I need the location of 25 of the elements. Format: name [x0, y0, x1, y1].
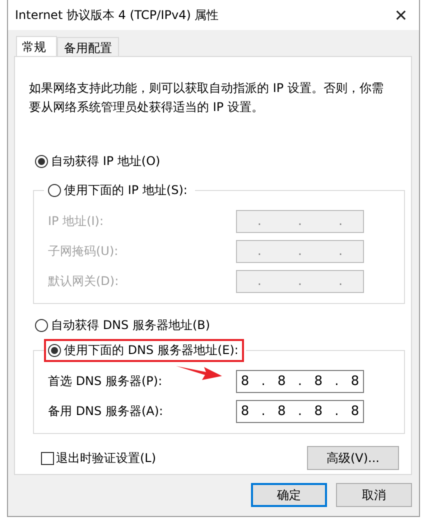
ip-address-field[interactable]: 8 . 8 . 8 . 8: [236, 400, 364, 423]
close-button[interactable]: ✕: [391, 6, 411, 24]
field-label: 默认网关(D):: [48, 273, 119, 290]
field-label: IP 地址(I):: [48, 213, 104, 230]
ip-address-field[interactable]: 8 . 8 . 8 . 8: [236, 370, 364, 393]
radio-label[interactable]: 自动获得 IP 地址(O): [51, 153, 160, 170]
radio-label[interactable]: 使用下面的 IP 地址(S):: [64, 182, 188, 199]
checkbox[interactable]: [41, 452, 54, 464]
radio-button[interactable]: [48, 184, 61, 197]
field-label: 子网掩码(U):: [48, 243, 118, 260]
window-title: Internet 协议版本 4 (TCP/IPv4) 属性: [15, 6, 219, 24]
field-label: 首选 DNS 服务器(P):: [48, 373, 162, 390]
tab[interactable]: 常规: [16, 36, 57, 57]
checkbox-label[interactable]: 退出时验证设置(L): [56, 450, 156, 466]
radio-button[interactable]: [35, 319, 48, 332]
description-text: 如果网络支持此功能，则可以获取自动指派的 IP 设置。否则，你需要从网络系统管理员处获得适当的 IP 设置。: [29, 80, 384, 116]
advanced-button[interactable]: 高级(V)...: [307, 446, 399, 470]
tab[interactable]: 备用配置: [57, 37, 119, 56]
cancel-button[interactable]: 取消: [336, 483, 412, 507]
radio-button[interactable]: [35, 155, 48, 168]
ok-button[interactable]: 确定: [251, 483, 327, 507]
radio-label[interactable]: 自动获得 DNS 服务器地址(B): [51, 317, 210, 334]
field-label: 备用 DNS 服务器(A):: [48, 403, 164, 420]
radio-button[interactable]: [48, 344, 61, 357]
radio-label[interactable]: 使用下面的 DNS 服务器地址(E):: [64, 342, 238, 359]
